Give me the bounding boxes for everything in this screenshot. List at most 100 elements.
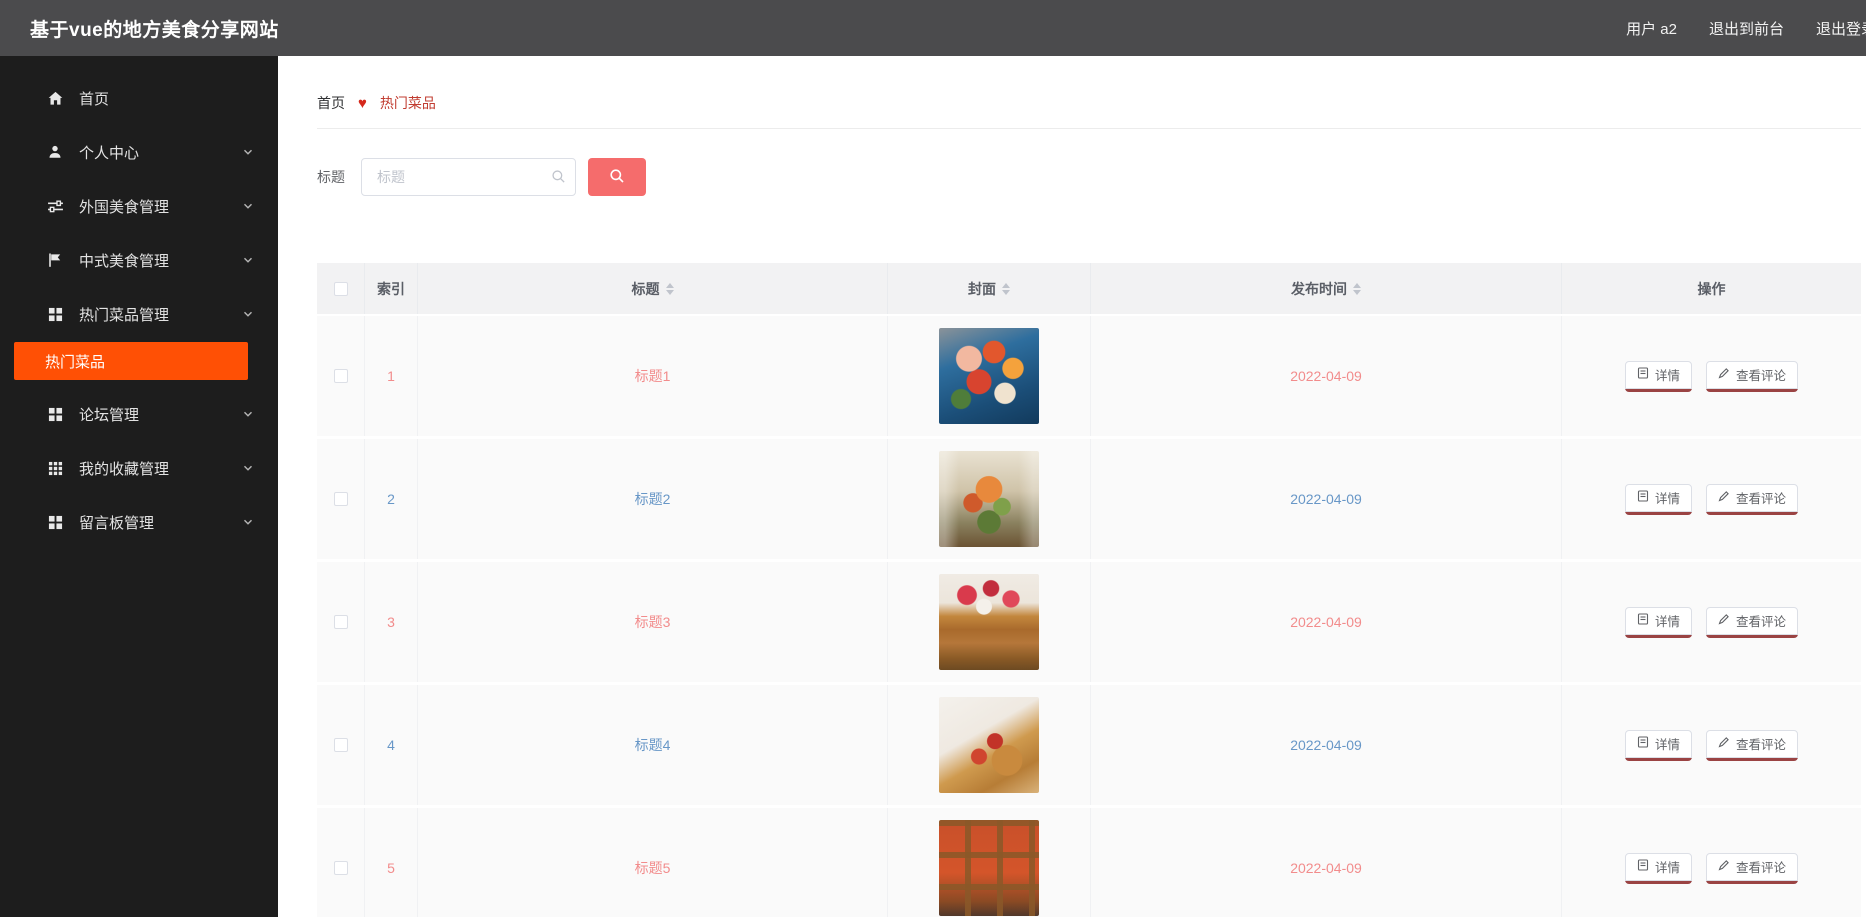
sidebar-item-hot-dishes-mgmt[interactable]: 热门菜品管理 <box>0 287 278 341</box>
table-row: 3 标题3 2022-04-09 详情 查看评论 <box>317 562 1861 685</box>
search-button[interactable] <box>588 158 646 196</box>
row-checkbox[interactable] <box>333 492 348 506</box>
row-date: 2022-04-09 <box>1290 368 1362 384</box>
grid9-icon <box>46 459 64 477</box>
cover-image[interactable] <box>939 451 1039 547</box>
row-index[interactable]: 3 <box>387 614 395 630</box>
view-comments-button[interactable]: 查看评论 <box>1706 606 1799 635</box>
column-header-actions: 操作 <box>1697 280 1726 297</box>
table-row: 2 标题2 2022-04-09 详情 查看评论 <box>317 439 1861 562</box>
pen-icon <box>1718 613 1730 628</box>
row-date: 2022-04-09 <box>1290 491 1362 507</box>
sort-caret-icon[interactable] <box>1353 282 1361 295</box>
sidebar-item-chinese-food[interactable]: 中式美食管理 <box>0 233 278 287</box>
search-input[interactable] <box>361 158 576 196</box>
breadcrumb-home[interactable]: 首页 <box>317 93 345 113</box>
search-icon <box>609 168 625 187</box>
table-row: 5 标题5 2022-04-09 详情 查看评论 <box>317 808 1861 917</box>
sidebar-item-message-board-mgmt[interactable]: 留言板管理 <box>0 495 278 549</box>
cover-image[interactable] <box>939 697 1039 793</box>
chevron-down-icon <box>242 146 254 158</box>
sidebar-item-label: 个人中心 <box>79 144 140 162</box>
row-title[interactable]: 标题2 <box>635 489 671 509</box>
chevron-down-icon <box>242 408 254 420</box>
topbar-link-user[interactable]: 用户 a2 <box>1626 18 1677 39</box>
select-all-checkbox[interactable] <box>333 281 348 296</box>
document-icon <box>1637 613 1649 628</box>
document-icon <box>1637 490 1649 505</box>
row-checkbox[interactable] <box>333 615 348 629</box>
view-comments-button[interactable]: 查看评论 <box>1706 729 1799 758</box>
sidebar-subitem-hot-dishes-active[interactable]: 热门菜品 <box>14 342 248 380</box>
data-table: 索引 标题 封面 发布时间 操作 1 标题1 2022-04-09 详情 查看评… <box>317 263 1861 917</box>
pen-icon <box>1718 859 1730 874</box>
row-date: 2022-04-09 <box>1290 614 1362 630</box>
home-icon <box>46 89 64 107</box>
detail-button[interactable]: 详情 <box>1624 852 1692 881</box>
app-title: 基于vue的地方美食分享网站 <box>30 19 279 41</box>
row-title[interactable]: 标题1 <box>635 366 671 386</box>
breadcrumb-current: 热门菜品 <box>379 95 436 111</box>
sidebar-item-foreign-food[interactable]: 外国美食管理 <box>0 179 278 233</box>
row-title[interactable]: 标题3 <box>635 612 671 632</box>
row-index[interactable]: 2 <box>387 491 395 507</box>
detail-button[interactable]: 详情 <box>1624 483 1692 512</box>
view-comments-button[interactable]: 查看评论 <box>1706 483 1799 512</box>
sidebar: 首页 个人中心 外国美食管理 中式美食管理 热门菜品管理 热门菜品 论坛管理 我… <box>0 56 278 917</box>
cover-image[interactable] <box>939 574 1039 670</box>
sidebar-item-favorites-mgmt[interactable]: 我的收藏管理 <box>0 441 278 495</box>
breadcrumb: 首页 ♥ 热门菜品 <box>317 93 1861 113</box>
sort-caret-icon[interactable] <box>665 282 674 295</box>
grid-icon <box>46 405 64 423</box>
sidebar-item-label: 热门菜品管理 <box>79 306 170 324</box>
detail-button[interactable]: 详情 <box>1624 360 1692 389</box>
main-content: 首页 ♥ 热门菜品 标题 索引 标题 <box>278 56 1866 917</box>
sidebar-item-personal-center[interactable]: 个人中心 <box>0 125 278 179</box>
document-icon <box>1637 736 1649 751</box>
sidebar-item-label: 我的收藏管理 <box>79 460 170 478</box>
topbar: 基于vue的地方美食分享网站 用户 a2 退出到前台 退出登录 <box>0 0 1866 56</box>
chevron-down-icon <box>242 462 254 474</box>
view-comments-button[interactable]: 查看评论 <box>1706 852 1799 881</box>
column-header-date[interactable]: 发布时间 <box>1091 263 1562 314</box>
sidebar-item-home[interactable]: 首页 <box>0 71 278 125</box>
row-checkbox[interactable] <box>333 738 348 752</box>
header-select-all[interactable] <box>317 263 365 314</box>
sidebar-item-label: 中式美食管理 <box>79 252 170 270</box>
row-index[interactable]: 5 <box>387 860 395 876</box>
row-title[interactable]: 标题5 <box>635 858 671 878</box>
heart-icon: ♥ <box>358 94 367 112</box>
sliders-icon <box>46 197 64 215</box>
chevron-down-icon <box>242 516 254 528</box>
topbar-link-logout[interactable]: 退出登录 <box>1816 18 1866 39</box>
sidebar-item-label: 首页 <box>79 90 110 108</box>
column-header-index: 索引 <box>365 263 418 314</box>
sort-caret-icon[interactable] <box>1002 282 1010 295</box>
row-checkbox[interactable] <box>333 369 348 383</box>
view-comments-button[interactable]: 查看评论 <box>1706 360 1799 389</box>
row-title[interactable]: 标题4 <box>635 735 671 755</box>
cover-image[interactable] <box>939 328 1039 424</box>
table-body: 1 标题1 2022-04-09 详情 查看评论 2 标题2 2022-04-0… <box>317 316 1861 917</box>
column-header-title[interactable]: 标题 <box>418 263 888 314</box>
divider <box>317 128 1861 129</box>
topbar-links: 用户 a2 退出到前台 退出登录 <box>1626 18 1866 39</box>
row-index[interactable]: 1 <box>387 368 395 384</box>
column-header-cover[interactable]: 封面 <box>888 263 1091 314</box>
pen-icon <box>1718 367 1730 382</box>
row-checkbox[interactable] <box>333 861 348 875</box>
row-date: 2022-04-09 <box>1290 737 1362 753</box>
search-box <box>361 158 576 196</box>
search-icon <box>551 169 566 189</box>
cover-image[interactable] <box>939 820 1039 916</box>
topbar-link-exit-to-front[interactable]: 退出到前台 <box>1709 18 1784 39</box>
table-row: 4 标题4 2022-04-09 详情 查看评论 <box>317 685 1861 808</box>
document-icon <box>1637 367 1649 382</box>
detail-button[interactable]: 详情 <box>1624 729 1692 758</box>
document-icon <box>1637 859 1649 874</box>
chevron-down-icon <box>242 254 254 266</box>
detail-button[interactable]: 详情 <box>1624 606 1692 635</box>
sidebar-item-forum-mgmt[interactable]: 论坛管理 <box>0 387 278 441</box>
row-index[interactable]: 4 <box>387 737 395 753</box>
flag-icon <box>46 251 64 269</box>
